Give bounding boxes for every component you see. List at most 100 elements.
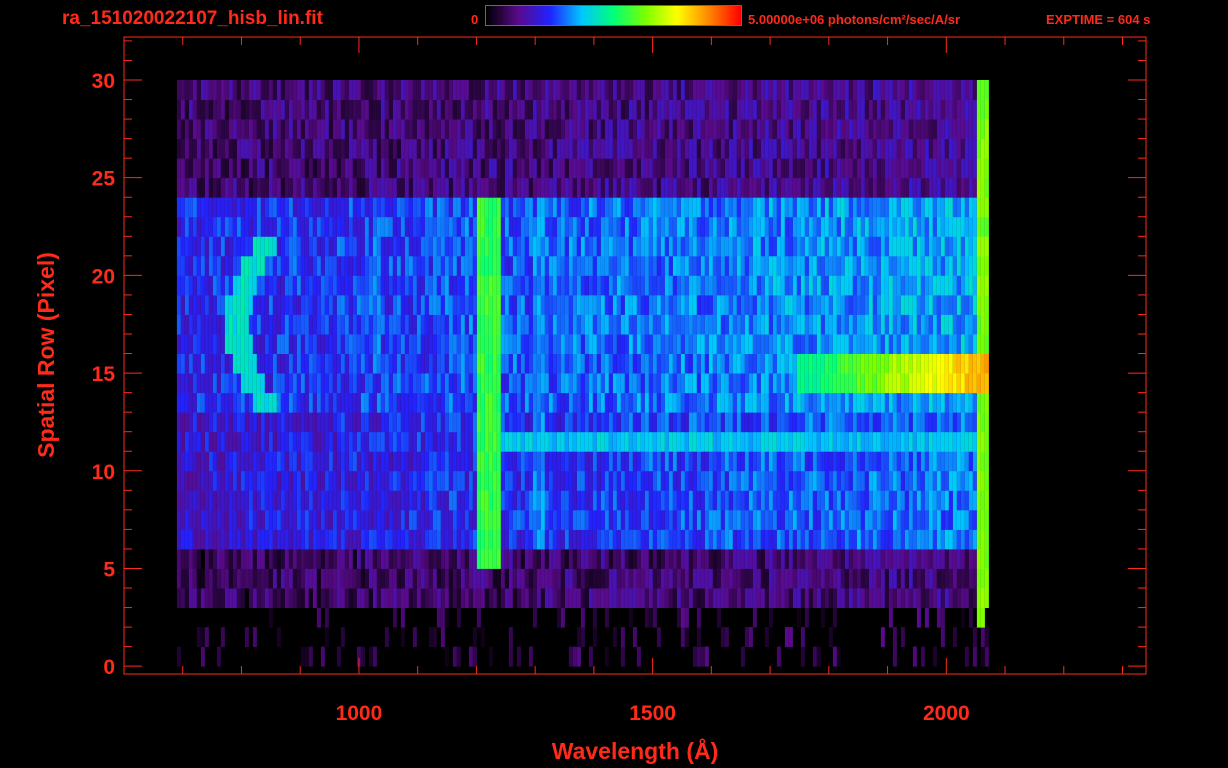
- heatmap-cell: [620, 197, 625, 218]
- heatmap-cell: [476, 392, 481, 413]
- heatmap-cell: [872, 451, 877, 472]
- heatmap-cell: [452, 138, 457, 159]
- heatmap-cell: [400, 158, 405, 179]
- heatmap-cell: [204, 392, 209, 413]
- heatmap-cell: [192, 255, 197, 276]
- heatmap-cell: [728, 568, 733, 589]
- heatmap-cell: [860, 177, 865, 198]
- heatmap-cell: [440, 197, 445, 218]
- heatmap-cell: [680, 470, 685, 491]
- heatmap-cell: [264, 255, 269, 276]
- heatmap-cell: [896, 236, 901, 257]
- heatmap-cell: [764, 373, 769, 394]
- heatmap-cell: [384, 568, 389, 589]
- heatmap-cell: [928, 158, 933, 179]
- heatmap-cell: [296, 314, 301, 335]
- heatmap-cell: [624, 275, 629, 296]
- heatmap-cell: [520, 255, 525, 276]
- heatmap-cell: [680, 568, 685, 589]
- heatmap-cell: [688, 294, 693, 315]
- heatmap-cell: [548, 431, 553, 452]
- heatmap-cell: [836, 138, 841, 159]
- heatmap-cell: [656, 255, 661, 276]
- heatmap-cell: [952, 451, 957, 472]
- heatmap-cell: [452, 392, 457, 413]
- heatmap-cell: [764, 509, 769, 530]
- heatmap-cell: [500, 294, 505, 315]
- heatmap-cell: [424, 236, 429, 257]
- heatmap-cell: [836, 392, 841, 413]
- heatmap-cell: [364, 197, 369, 218]
- heatmap-cell: [968, 255, 973, 276]
- heatmap-cell: [304, 216, 309, 237]
- heatmap-cell: [620, 490, 625, 511]
- heatmap-cell: [364, 529, 369, 550]
- heatmap-cell: [824, 568, 829, 589]
- heatmap-cell: [824, 294, 829, 315]
- heatmap-cell: [484, 275, 489, 296]
- heatmap-cell: [564, 392, 569, 413]
- heatmap-cell: [484, 490, 489, 511]
- heatmap-cell: [972, 548, 977, 569]
- heatmap-cell: [344, 314, 349, 335]
- heatmap-cell: [708, 568, 713, 589]
- heatmap-cell: [608, 197, 613, 218]
- heatmap-cell: [316, 548, 321, 569]
- heatmap-cell: [344, 451, 349, 472]
- heatmap-cell: [256, 334, 261, 354]
- heatmap-cell: [184, 255, 189, 276]
- heatmap-cell: [292, 509, 297, 530]
- heatmap-cell: [264, 334, 269, 354]
- heatmap-cell: [360, 373, 365, 394]
- heatmap-cell: [448, 470, 453, 491]
- heatmap-cell: [324, 568, 329, 589]
- heatmap-cell: [400, 627, 405, 648]
- heatmap-cell: [920, 353, 925, 374]
- heatmap-cell: [280, 216, 285, 237]
- heatmap-cell: [504, 548, 509, 569]
- heatmap-cell: [560, 412, 565, 433]
- heatmap-cell: [936, 392, 941, 413]
- heatmap-cell: [976, 314, 981, 335]
- heatmap-cell: [516, 529, 521, 550]
- heatmap-cell: [756, 529, 761, 550]
- heatmap-cell: [504, 236, 509, 257]
- heatmap-cell: [300, 588, 305, 608]
- heatmap-cell: [588, 451, 593, 472]
- heatmap-cell: [500, 236, 505, 257]
- heatmap-cell: [432, 314, 437, 335]
- heatmap-cell: [304, 138, 309, 159]
- heatmap-cell: [284, 197, 289, 218]
- heatmap-cell: [216, 138, 221, 159]
- heatmap-cell: [540, 548, 545, 569]
- heatmap-cell: [900, 216, 905, 237]
- heatmap-cell: [736, 568, 741, 589]
- heatmap-cell: [636, 373, 641, 394]
- heatmap-cell: [880, 216, 885, 237]
- heatmap-cell: [948, 158, 953, 179]
- heatmap-cell: [280, 568, 285, 589]
- heatmap-cell: [340, 197, 345, 218]
- heatmap-cell: [964, 470, 969, 491]
- heatmap-cell: [416, 412, 421, 433]
- heatmap-cell: [824, 490, 829, 511]
- heatmap-cell: [208, 255, 213, 276]
- heatmap-cell: [316, 314, 321, 335]
- heatmap-cell: [280, 255, 285, 276]
- heatmap-cell: [808, 275, 813, 296]
- heatmap-cell: [864, 314, 869, 335]
- heatmap-cell: [764, 138, 769, 159]
- heatmap-cell: [432, 412, 437, 433]
- heatmap-cell: [936, 294, 941, 315]
- heatmap-cell: [428, 548, 433, 569]
- heatmap-cell: [732, 158, 737, 179]
- heatmap-cell: [200, 588, 205, 608]
- heatmap-cell: [684, 353, 689, 374]
- heatmap-cell: [960, 353, 965, 374]
- heatmap-cell: [472, 197, 477, 218]
- heatmap-cell: [732, 177, 737, 198]
- heatmap-cell: [716, 216, 721, 237]
- heatmap-cell: [764, 548, 769, 569]
- heatmap-cell: [336, 431, 341, 452]
- heatmap-cell: [556, 158, 561, 179]
